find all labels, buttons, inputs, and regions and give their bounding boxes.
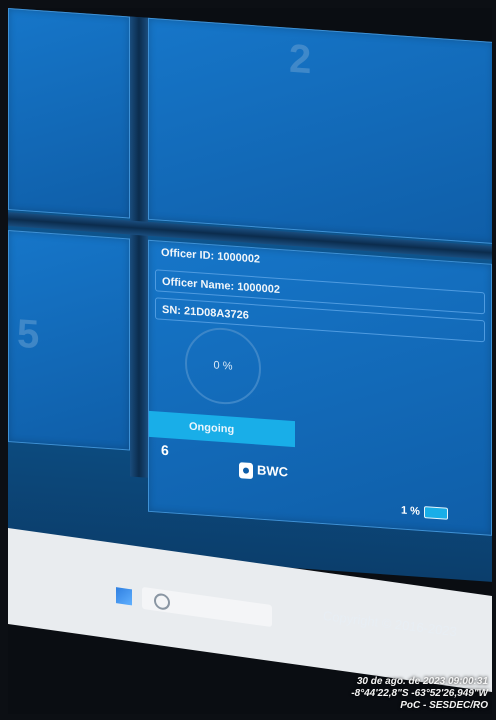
monitor-screen: 2 5 Officer ID: 1000002 Officer Name: 10…	[8, 8, 492, 582]
video-tile-top-right[interactable]: 2	[148, 17, 492, 244]
overlay-date: 30 de ago. de 2023 09:00:31	[356, 676, 488, 687]
video-tile-top-left[interactable]	[8, 8, 130, 219]
lock-icon	[239, 461, 253, 479]
device-type-label: BWC	[257, 462, 289, 480]
device-card[interactable]: Officer ID: 1000002 Officer Name: 100000…	[148, 239, 492, 536]
video-tile-bottom-left[interactable]: 5	[8, 230, 130, 451]
status-badge: Ongoing	[149, 410, 295, 448]
tile-number: 5	[17, 311, 40, 358]
overlay-org: PoC - SESDEC/RO	[400, 700, 488, 711]
slot-count: 6	[161, 441, 169, 459]
windows-start-icon[interactable]	[116, 587, 132, 606]
battery-icon	[423, 506, 448, 520]
overlay-coordinates: -8°44'22,8"S -63°52'26,949"W	[351, 688, 488, 699]
device-type: BWC	[239, 461, 288, 481]
photo-frame: 2 5 Officer ID: 1000002 Officer Name: 10…	[8, 8, 492, 714]
screen-glare-vertical	[130, 16, 148, 478]
tile-number: 2	[289, 36, 312, 83]
timestamp-overlay: 30 de ago. de 2023 09:00:31 -8°44'22,8"S…	[278, 676, 488, 712]
upload-progress: 0 %	[185, 325, 261, 407]
battery-level: 1 %	[401, 504, 420, 518]
battery-status: 1 %	[401, 504, 448, 520]
